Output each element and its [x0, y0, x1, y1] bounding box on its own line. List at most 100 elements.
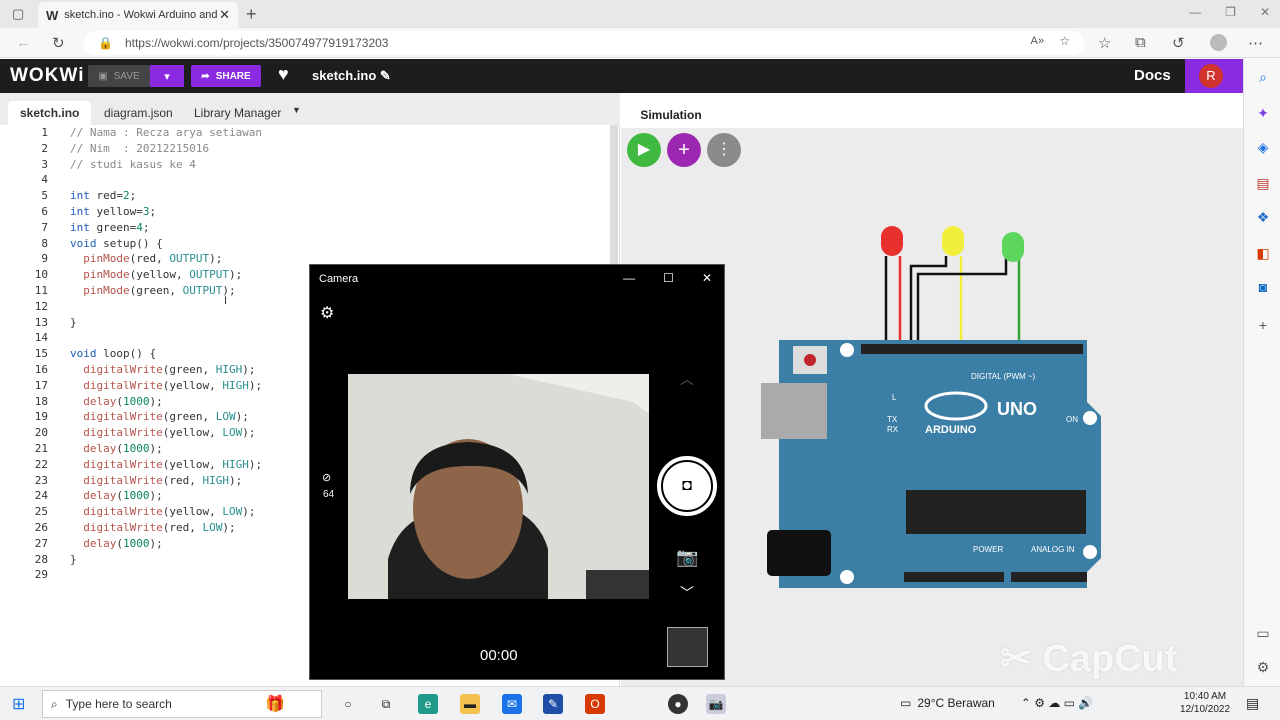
wokwi-logo[interactable]: WOKWi — [10, 65, 84, 87]
games-icon[interactable]: ❖ — [1254, 208, 1272, 226]
search-icon[interactable]: ⌕ — [1254, 68, 1272, 86]
app-icon[interactable]: ✎ — [543, 694, 563, 714]
office-icon[interactable]: ◧ — [1254, 244, 1272, 262]
docs-link[interactable]: Docs — [1134, 67, 1171, 84]
record-video-button[interactable]: ◘ — [657, 456, 717, 516]
read-aloud-icon[interactable]: A» — [1031, 35, 1044, 47]
last-capture-thumbnail[interactable] — [667, 627, 708, 667]
project-filename[interactable]: sketch.ino ✎ — [312, 68, 391, 84]
camera-settings-icon[interactable]: ⚙ — [320, 303, 334, 323]
outlook-icon[interactable]: ◙ — [1254, 278, 1272, 296]
restore-icon[interactable]: ❐ — [1225, 5, 1236, 19]
weather-icon[interactable]: ▭ — [900, 696, 911, 710]
digital-label: DIGITAL (PWM ~) — [971, 372, 1036, 381]
line-number: 4 — [41, 173, 48, 187]
tabs-dropdown-icon[interactable]: ▼ — [292, 105, 301, 115]
camera-maximize-icon[interactable]: ☐ — [663, 271, 674, 285]
weather-text[interactable]: 29°C Berawan — [917, 696, 995, 710]
profile-icon[interactable] — [1210, 34, 1227, 51]
green-led[interactable] — [1002, 232, 1024, 262]
office-taskbar-icon[interactable]: O — [585, 694, 605, 714]
save-button[interactable]: ▣ SAVE — [88, 65, 150, 87]
line-number: 22 — [34, 457, 48, 471]
line-number: 23 — [34, 473, 48, 487]
chevron-down-icon[interactable]: ﹀ — [680, 583, 694, 603]
wokwi-header: WOKWi ▣ SAVE ▾ ➦ SHARE ♥ sketch.ino ✎ Do… — [0, 59, 1243, 93]
tab-actions-icon[interactable]: ▢ — [12, 6, 24, 22]
recording-timer: 00:00 — [480, 647, 518, 664]
toolbox-icon[interactable]: ▤ — [1254, 174, 1272, 192]
tray-icons[interactable]: ⌃ ⚙ ☁ ▭ 🔊 — [1021, 696, 1093, 710]
red-led[interactable] — [881, 226, 903, 256]
more-icon[interactable]: ⋯ — [1248, 34, 1263, 52]
tab-library-manager[interactable]: Library Manager — [182, 101, 293, 125]
arduino-brand-label: ARDUINO — [925, 424, 977, 436]
mail-icon[interactable]: ✉ — [502, 694, 522, 714]
tag-icon[interactable]: ◈ — [1254, 138, 1272, 156]
close-window-icon[interactable]: ✕ — [1260, 5, 1270, 19]
save-dropdown-button[interactable]: ▾ — [150, 65, 184, 87]
sidebar-layout-icon[interactable]: ▭ — [1254, 624, 1272, 642]
code-text: } — [70, 315, 77, 329]
taskbar-clock[interactable]: 10:40 AM 12/10/2022 — [1180, 690, 1230, 716]
video-camera-icon: ◘ — [661, 460, 713, 512]
cortana-icon[interactable]: ○ — [338, 694, 358, 714]
code-line: 7 int green=4; — [0, 220, 610, 236]
yellow-led[interactable] — [942, 226, 964, 256]
line-number: 16 — [34, 362, 48, 376]
new-tab-icon[interactable]: + — [246, 4, 257, 25]
code-line: 3 // studi kasus ke 4 — [0, 157, 610, 173]
media-app-icon[interactable]: ● — [668, 694, 688, 714]
avatar[interactable]: R — [1199, 64, 1223, 88]
edge-icon[interactable]: e — [418, 694, 438, 714]
tab-simulation[interactable]: Simulation — [629, 102, 713, 128]
browser-tab[interactable]: W sketch.ino - Wokwi Arduino and ✕ — [38, 2, 238, 28]
power-label: POWER — [973, 545, 1003, 554]
taskbar-search-input[interactable]: ⌕ Type here to search 🎁 — [42, 690, 322, 718]
camera-window[interactable]: Camera — ☐ ✕ ⚙ ⊘ 64 ︿ ◘ 📷 ﹀ 00:00 — [309, 264, 725, 680]
code-text: // studi kasus ke 4 — [70, 157, 196, 171]
line-number: 14 — [34, 331, 48, 345]
url-input[interactable]: 🔒 https://wokwi.com/projects/35007497791… — [84, 31, 1084, 55]
collections-icon[interactable]: ⧉ — [1135, 34, 1146, 51]
code-text: int yellow=3; — [70, 204, 157, 218]
camera-close-icon[interactable]: ✕ — [702, 271, 712, 285]
photo-mode-icon[interactable]: 📷 — [676, 547, 698, 568]
sidebar-settings-icon[interactable]: ⚙ — [1254, 658, 1272, 676]
notifications-icon[interactable]: ▤ — [1246, 695, 1259, 712]
capcut-watermark: ✂ CapCut — [1000, 638, 1178, 680]
back-icon[interactable]: ← — [16, 34, 31, 51]
line-number: 19 — [34, 410, 48, 424]
clock-time: 10:40 AM — [1183, 691, 1227, 702]
browser-tab-bar: ▢ W sketch.ino - Wokwi Arduino and ✕ + —… — [0, 0, 1280, 28]
code-text: digitalWrite(green, LOW); — [83, 410, 249, 424]
text-cursor-icon: I — [224, 295, 228, 307]
file-explorer-icon[interactable]: ▬ — [460, 694, 480, 714]
line-number: 1 — [41, 126, 48, 139]
heart-icon[interactable]: ♥ — [278, 64, 289, 85]
add-sidebar-icon[interactable]: + — [1254, 316, 1272, 334]
refresh-icon[interactable]: ↻ — [52, 34, 65, 52]
line-number: 15 — [34, 347, 48, 361]
rx-label: RX — [887, 425, 899, 434]
share-button[interactable]: ➦ SHARE — [191, 65, 261, 87]
close-tab-icon[interactable]: ✕ — [219, 7, 230, 23]
task-view-icon[interactable]: ⧉ — [376, 694, 396, 714]
windows-start-icon[interactable]: ⊞ — [12, 694, 25, 714]
copilot-icon[interactable]: ✦ — [1254, 104, 1272, 122]
minimize-icon[interactable]: — — [1189, 5, 1201, 19]
analog-header — [1011, 572, 1087, 582]
camera-app-icon[interactable]: 📷 — [706, 694, 726, 714]
tab-sketch-ino[interactable]: sketch.ino — [8, 101, 92, 125]
camera-minimize-icon[interactable]: — — [623, 271, 635, 285]
zoom-icon[interactable]: ⊘ — [322, 471, 331, 484]
code-text: delay(1000); — [83, 394, 163, 408]
favorites-icon[interactable]: ☆ — [1098, 34, 1111, 52]
code-text: void setup() { — [70, 236, 163, 250]
code-line: 4 — [0, 172, 610, 188]
code-text: digitalWrite(yellow, LOW); — [83, 505, 256, 519]
history-icon[interactable]: ↺ — [1172, 34, 1185, 52]
chevron-up-icon[interactable]: ︿ — [680, 369, 694, 389]
tab-diagram-json[interactable]: diagram.json — [92, 101, 185, 125]
favorite-add-icon[interactable]: ☆ — [1059, 34, 1070, 48]
